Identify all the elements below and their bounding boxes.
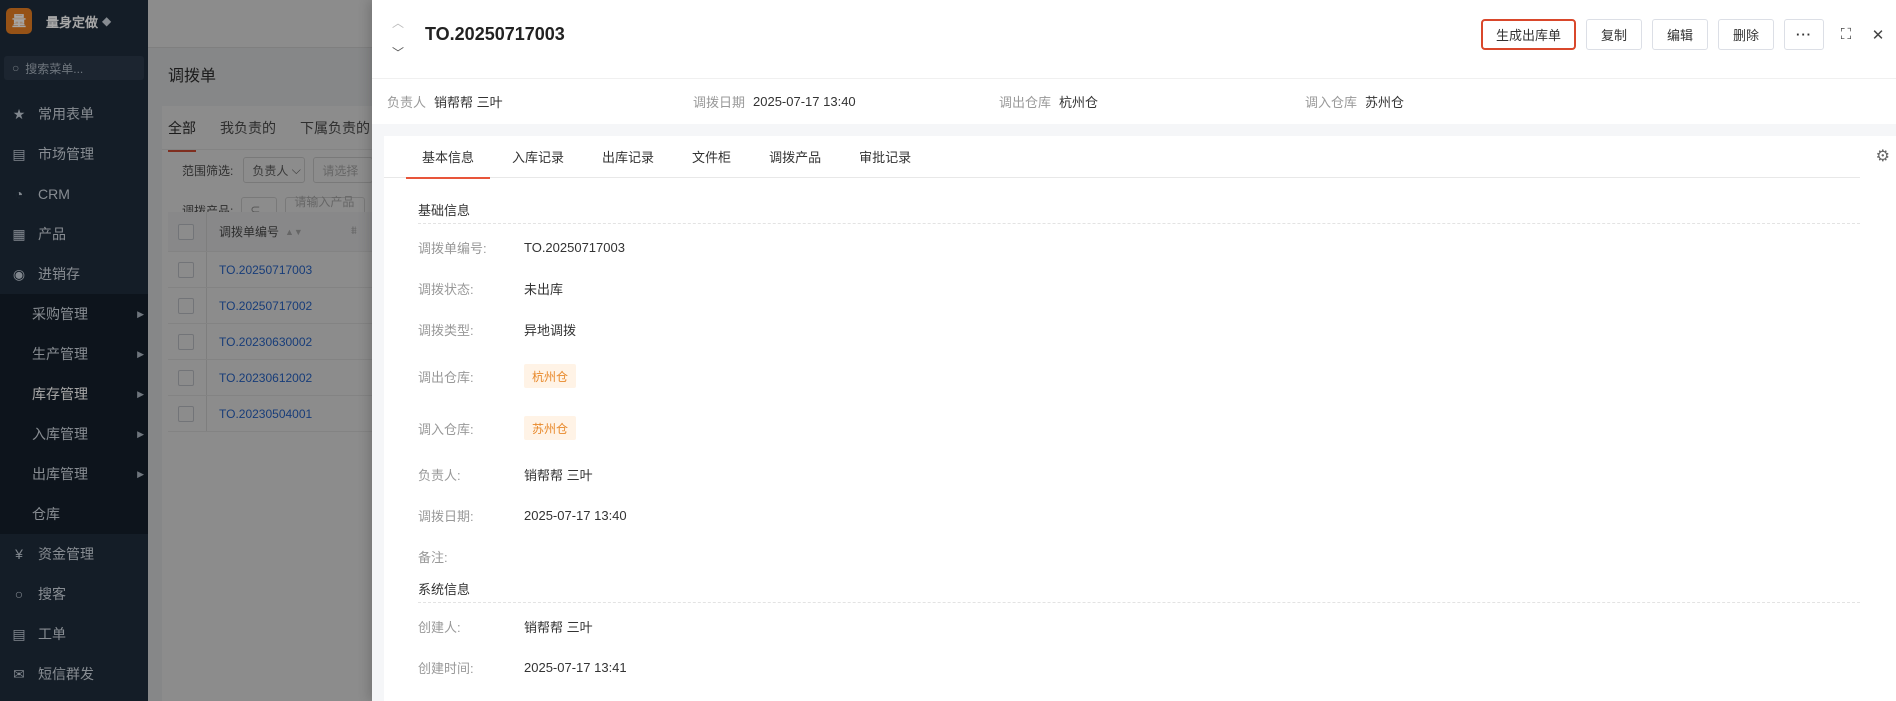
warehouse-tag: 杭州仓	[524, 364, 577, 388]
field-value: 销帮帮 三叶	[524, 468, 593, 483]
tab-transfer-products[interactable]: 调拨产品	[753, 136, 837, 178]
field-label: 调拨日期:	[418, 509, 474, 524]
field-type: 调拨类型: 异地调拨	[418, 309, 1896, 350]
summary-value: 苏州仓	[1365, 95, 1405, 110]
summary-out-warehouse: 调出仓库 杭州仓	[999, 92, 1305, 111]
drawer-actions: 生成出库单 复制 编辑 删除 ··· ⛶ ✕	[1471, 19, 1888, 50]
field-label: 创建时间:	[418, 661, 474, 676]
section-basic-info: 基础信息	[418, 200, 1860, 224]
summary-date: 调拨日期 2025-07-17 13:40	[693, 92, 999, 111]
field-label: 调拨状态:	[418, 282, 474, 297]
generate-outbound-button[interactable]: 生成出库单	[1480, 19, 1576, 50]
tab-file-cabinet[interactable]: 文件柜	[676, 136, 747, 178]
drawer-header: ︿ ﹀ TO.20250717003 生成出库单 复制 编辑 删除 ··· ⛶ …	[372, 0, 1896, 78]
delete-button[interactable]: 删除	[1717, 19, 1774, 50]
warehouse-tag: 苏州仓	[524, 416, 577, 440]
fullscreen-icon[interactable]: ⛶	[1836, 25, 1856, 45]
field-label: 备注:	[418, 550, 448, 565]
field-value: TO.20250717003	[524, 240, 625, 255]
drawer-title: TO.20250717003	[425, 24, 565, 44]
chevron-down-icon[interactable]: ﹀	[392, 44, 404, 61]
summary-in-warehouse: 调入仓库 苏州仓	[1305, 92, 1611, 111]
more-button[interactable]: ···	[1784, 19, 1824, 50]
summary-label: 调拨日期	[693, 95, 746, 110]
summary-owner: 负责人 销帮帮 三叶	[387, 92, 693, 111]
field-value: 2025-07-17 13:40	[524, 508, 627, 523]
summary-label: 调入仓库	[1305, 95, 1358, 110]
field-label: 调入仓库:	[418, 421, 474, 437]
field-label: 调拨类型:	[418, 323, 474, 338]
tab-approval-records[interactable]: 审批记录	[843, 136, 927, 178]
field-date: 调拨日期: 2025-07-17 13:40	[418, 495, 1896, 536]
field-value: 异地调拨	[524, 323, 577, 338]
detail-drawer: ︿ ﹀ TO.20250717003 生成出库单 复制 编辑 删除 ··· ⛶ …	[372, 0, 1896, 701]
field-status: 调拨状态: 未出库	[418, 268, 1896, 309]
chevron-up-icon[interactable]: ︿	[392, 14, 404, 31]
detail-tabs: 基本信息 入库记录 出库记录 文件柜 调拨产品 审批记录	[384, 136, 1860, 179]
summary-value: 2025-07-17 13:40	[753, 94, 856, 109]
field-label: 调拨单编号:	[418, 241, 487, 256]
sidebar-overlay	[0, 0, 148, 701]
summary-label: 调出仓库	[999, 95, 1052, 110]
field-value: 2025-07-17 13:41	[524, 660, 627, 675]
edit-button[interactable]: 编辑	[1651, 19, 1708, 50]
tab-inbound-records[interactable]: 入库记录	[496, 136, 580, 178]
field-value: 未出库	[524, 282, 564, 297]
field-value: 销帮帮 三叶	[524, 620, 593, 635]
drawer-body: 基本信息 入库记录 出库记录 文件柜 调拨产品 审批记录 ⚙ 基础信息 调拨单编…	[384, 136, 1896, 701]
section-system-info: 系统信息	[418, 579, 1860, 603]
gear-icon[interactable]: ⚙	[1876, 146, 1890, 166]
field-remark: 备注:	[418, 536, 1896, 577]
field-owner: 负责人: 销帮帮 三叶	[418, 454, 1896, 495]
field-label: 创建人:	[418, 620, 461, 635]
field-label: 负责人:	[418, 468, 461, 483]
copy-button[interactable]: 复制	[1585, 19, 1642, 50]
field-creator: 创建人: 销帮帮 三叶	[418, 606, 1896, 647]
modal-overlay[interactable]	[148, 0, 372, 701]
field-out-warehouse: 调出仓库: 杭州仓	[418, 350, 1896, 402]
field-code: 调拨单编号: TO.20250717003	[418, 227, 1896, 268]
tab-outbound-records[interactable]: 出库记录	[586, 136, 670, 178]
close-icon[interactable]: ✕	[1868, 25, 1888, 45]
field-in-warehouse: 调入仓库: 苏州仓	[418, 402, 1896, 454]
summary-bar: 负责人 销帮帮 三叶 调拨日期 2025-07-17 13:40 调出仓库 杭州…	[372, 78, 1896, 124]
summary-value: 销帮帮 三叶	[434, 95, 503, 110]
field-created-time: 创建时间: 2025-07-17 13:41	[418, 647, 1896, 688]
summary-value: 杭州仓	[1059, 95, 1099, 110]
summary-label: 负责人	[387, 95, 427, 110]
field-label: 调出仓库:	[418, 369, 474, 385]
tab-basic-info[interactable]: 基本信息	[406, 136, 491, 179]
